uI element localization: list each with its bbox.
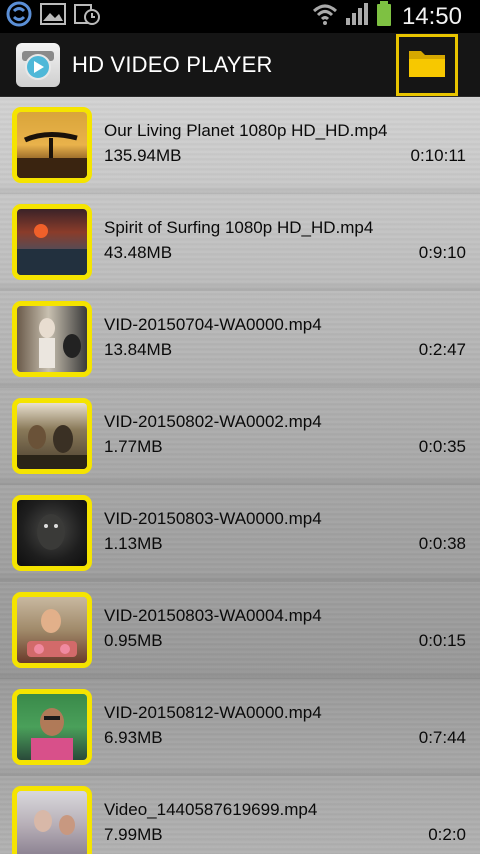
video-list-item[interactable]: Spirit of Surfing 1080p HD_HD.mp4 43.48M… [0,194,480,291]
video-duration: 0:0:38 [418,534,466,553]
video-duration: 0:2:0 [428,825,466,844]
player-logo-icon [16,42,60,87]
video-size: 1.13MB [104,534,163,553]
open-folder-button[interactable] [396,34,458,96]
calendar-clock-icon [74,2,100,31]
video-name: VID-20150812-WA0000.mp4 [104,703,322,722]
video-duration: 0:2:47 [418,340,466,359]
video-size: 6.93MB [104,728,163,747]
video-duration: 0:10:11 [410,146,466,165]
video-duration: 0:0:35 [418,437,466,456]
video-list-item[interactable]: VID-20150802-WA0002.mp4 1.77MB 0:0:35 [0,388,480,485]
video-name: VID-20150704-WA0000.mp4 [104,315,322,334]
video-name: Video_1440587619699.mp4 [104,800,318,819]
wifi-icon [312,3,338,30]
video-thumbnail [12,689,92,765]
video-size: 0.95MB [104,631,163,650]
video-name: VID-20150803-WA0000.mp4 [104,509,322,528]
video-thumbnail [12,301,92,377]
video-name: VID-20150802-WA0002.mp4 [104,412,322,431]
clock-time: 14:50 [401,2,462,30]
video-size: 13.84MB [104,340,173,359]
video-list-item[interactable]: VID-20150803-WA0000.mp4 1.13MB 0:0:38 [0,485,480,582]
app-bar: HD VIDEO PLAYER [0,33,480,97]
video-name: Spirit of Surfing 1080p HD_HD.mp4 [104,218,374,237]
video-duration: 0:0:15 [418,631,466,650]
status-bar: 14:50 [0,0,480,33]
video-list-item[interactable]: Our Living Planet 1080p HD_HD.mp4 135.94… [0,97,480,194]
video-duration: 0:9:10 [418,243,466,262]
video-thumbnail [12,495,92,571]
video-size: 1.77MB [104,437,163,456]
image-icon [40,3,66,30]
video-thumbnail [12,204,92,280]
video-thumbnail [12,786,92,854]
battery-icon [376,1,392,32]
video-thumbnail [12,107,92,183]
video-thumbnail [12,398,92,474]
video-thumbnail [12,592,92,668]
video-list: Our Living Planet 1080p HD_HD.mp4 135.94… [0,97,480,854]
video-name: VID-20150803-WA0004.mp4 [104,606,322,625]
video-list-item[interactable]: VID-20150812-WA0000.mp4 6.93MB 0:7:44 [0,679,480,776]
video-name: Our Living Planet 1080p HD_HD.mp4 [104,121,388,140]
video-size: 43.48MB [104,243,173,262]
video-size: 135.94MB [104,146,182,165]
video-list-item[interactable]: VID-20150704-WA0000.mp4 13.84MB 0:2:47 [0,291,480,388]
folder-icon [407,47,447,84]
sync-icon [6,1,32,32]
app-title: HD VIDEO PLAYER [72,51,273,77]
video-list-item[interactable]: Video_1440587619699.mp4 7.99MB 0:2:0 [0,776,480,854]
signal-icon [344,2,370,31]
video-duration: 0:7:44 [418,728,466,747]
video-list-item[interactable]: VID-20150803-WA0004.mp4 0.95MB 0:0:15 [0,582,480,679]
video-size: 7.99MB [104,825,163,844]
